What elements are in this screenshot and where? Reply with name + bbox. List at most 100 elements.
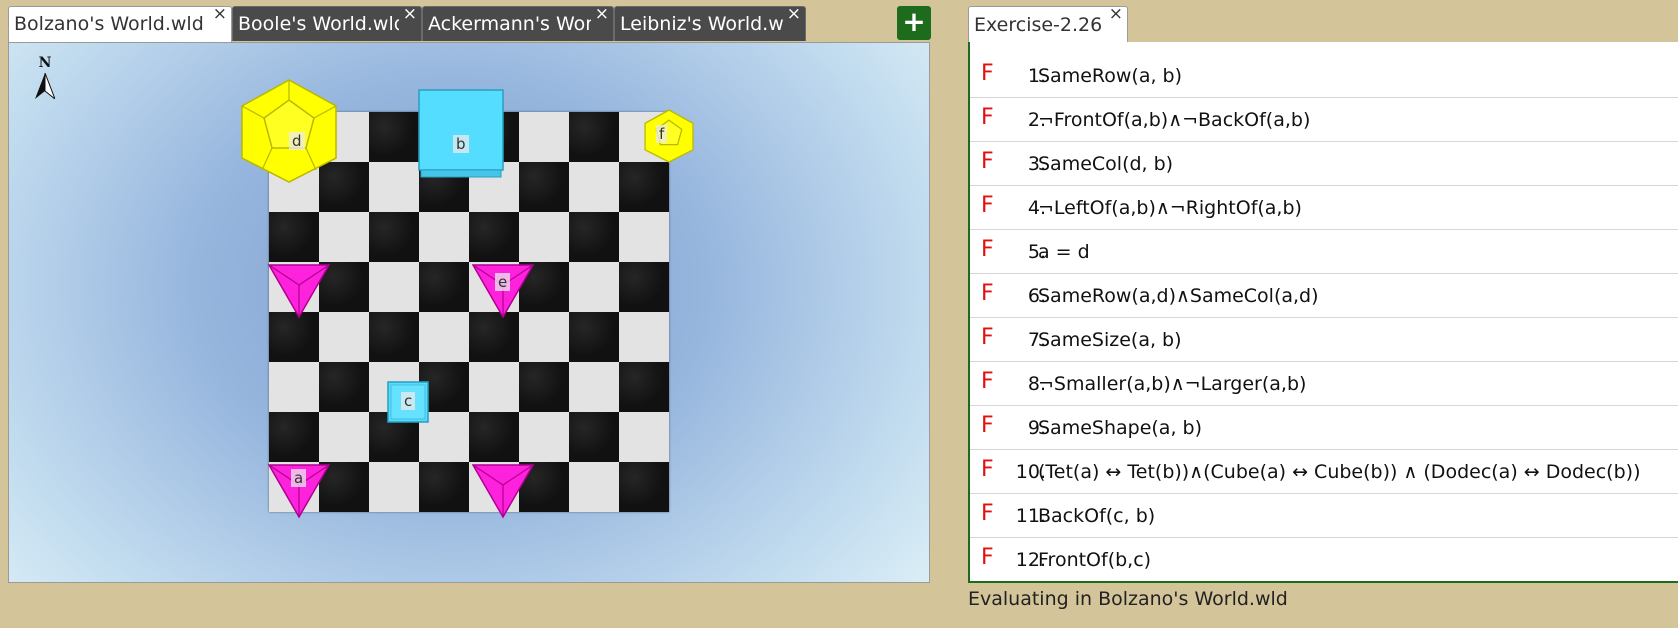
block-b[interactable]: b <box>418 89 504 179</box>
sentence-formula[interactable]: SameSize(a, b) <box>1038 329 1182 351</box>
board-square[interactable] <box>569 212 619 262</box>
block-d[interactable]: d <box>236 78 342 184</box>
board-square[interactable] <box>569 412 619 462</box>
board-square[interactable] <box>269 412 319 462</box>
sentence-row[interactable]: F 4. ¬LeftOf(a,b)∧¬RightOf(a,b) <box>970 186 1678 230</box>
block-e[interactable]: e <box>471 263 535 319</box>
sentence-formula[interactable]: a = d <box>1038 241 1090 263</box>
sentence-formula[interactable]: (Tet(a) ↔ Tet(b))∧(Cube(a) ↔ Cube(b)) ∧ … <box>1038 461 1640 483</box>
block-label: d <box>289 132 305 150</box>
board-square[interactable] <box>519 412 569 462</box>
board-square[interactable] <box>619 412 669 462</box>
sentence-row[interactable]: F 5. a = d <box>970 230 1678 274</box>
board-square[interactable] <box>469 212 519 262</box>
board-square[interactable] <box>269 362 319 412</box>
board-square[interactable] <box>519 362 569 412</box>
world-view[interactable]: N d b f c e a <box>8 42 930 583</box>
board-square[interactable] <box>569 462 619 512</box>
tetrahedron-icon <box>471 464 535 519</box>
truth-value: F <box>981 61 994 86</box>
sentence-row[interactable]: F 3. SameCol(d, b) <box>970 142 1678 186</box>
truth-value: F <box>981 105 994 130</box>
close-icon[interactable]: × <box>213 7 227 28</box>
truth-value: F <box>981 501 994 526</box>
board-square[interactable] <box>369 162 419 212</box>
sentence-formula[interactable]: SameRow(a, b) <box>1038 65 1182 87</box>
board-square[interactable] <box>619 162 669 212</box>
world-tab-ackermann[interactable]: Ackermann's World.wld × <box>422 6 614 41</box>
close-icon[interactable]: × <box>595 7 609 28</box>
board-square[interactable] <box>469 362 519 412</box>
tetrahedron-icon <box>267 264 331 319</box>
board-square[interactable] <box>619 312 669 362</box>
board-square[interactable] <box>369 312 419 362</box>
board-square[interactable] <box>569 262 619 312</box>
board-square[interactable] <box>319 312 369 362</box>
world-tab-bolzano[interactable]: Bolzano's World.wld × <box>8 6 232 43</box>
board-square[interactable] <box>419 312 469 362</box>
close-icon[interactable]: × <box>787 7 801 28</box>
board-square[interactable] <box>519 162 569 212</box>
north-arrow-icon <box>35 73 55 99</box>
board-square[interactable] <box>569 312 619 362</box>
sentence-formula[interactable]: SameRow(a,d)∧SameCol(a,d) <box>1038 285 1319 307</box>
board-square[interactable] <box>269 312 319 362</box>
board-square[interactable] <box>519 312 569 362</box>
close-icon[interactable]: × <box>1109 0 1123 28</box>
board-square[interactable] <box>269 212 319 262</box>
truth-value: F <box>981 413 994 438</box>
board-square[interactable] <box>319 412 369 462</box>
board-square[interactable] <box>419 262 469 312</box>
add-world-button[interactable]: + <box>897 6 931 40</box>
board-square[interactable] <box>519 212 569 262</box>
board-square[interactable] <box>619 212 669 262</box>
board-square[interactable] <box>619 362 669 412</box>
board-square[interactable] <box>319 212 369 262</box>
sentence-tab[interactable]: Exercise-2.26 × <box>968 4 1128 43</box>
sentence-row[interactable]: F 9. SameShape(a, b) <box>970 406 1678 450</box>
truth-value: F <box>981 237 994 262</box>
sentence-row[interactable]: F 12. FrontOf(b,c) <box>970 538 1678 582</box>
sentence-formula[interactable]: ¬LeftOf(a,b)∧¬RightOf(a,b) <box>1038 197 1302 219</box>
sentence-row[interactable]: F 6. SameRow(a,d)∧SameCol(a,d) <box>970 274 1678 318</box>
truth-value: F <box>981 193 994 218</box>
world-tab-boole[interactable]: Boole's World.wld × <box>232 6 422 41</box>
sentence-formula[interactable]: ¬FrontOf(a,b)∧¬BackOf(a,b) <box>1038 109 1310 131</box>
board-square[interactable] <box>619 262 669 312</box>
sentence-formula[interactable]: SameCol(d, b) <box>1038 153 1173 175</box>
sentence-row[interactable]: F 7. SameSize(a, b) <box>970 318 1678 362</box>
sentence-row[interactable]: F 10. (Tet(a) ↔ Tet(b))∧(Cube(a) ↔ Cube(b)… <box>970 450 1678 494</box>
sentence-row[interactable]: F 2. ¬FrontOf(a,b)∧¬BackOf(a,b) <box>970 98 1678 142</box>
board-square[interactable] <box>569 112 619 162</box>
board-square[interactable] <box>419 212 469 262</box>
board-square[interactable] <box>369 112 419 162</box>
board-square[interactable] <box>569 162 619 212</box>
sentence-row[interactable]: F 1. SameRow(a, b) <box>970 54 1678 98</box>
board-square[interactable] <box>619 462 669 512</box>
sentence-row[interactable]: F 8. ¬Smaller(a,b)∧¬Larger(a,b) <box>970 362 1678 406</box>
sentence-formula[interactable]: FrontOf(b,c) <box>1038 549 1151 571</box>
world-tab-leibniz[interactable]: Leibniz's World.wld × <box>614 6 806 41</box>
block-unnamed-tet[interactable] <box>267 263 331 319</box>
world-tab-label: Ackermann's World.wld <box>428 13 591 35</box>
board-square[interactable] <box>569 362 619 412</box>
dodecahedron-icon <box>241 79 337 183</box>
board-square[interactable] <box>369 212 419 262</box>
board-square[interactable] <box>469 312 519 362</box>
sentence-row[interactable]: F 11. BackOf(c, b) <box>970 494 1678 538</box>
sentence-formula[interactable]: SameShape(a, b) <box>1038 417 1202 439</box>
block-unnamed-tet[interactable] <box>471 463 535 519</box>
board-square[interactable] <box>319 362 369 412</box>
board-square[interactable] <box>419 462 469 512</box>
board-square[interactable] <box>469 412 519 462</box>
sentence-list[interactable]: F 1. SameRow(a, b) F 2. ¬FrontOf(a,b)∧¬BackOf… <box>968 42 1678 583</box>
close-icon[interactable]: × <box>403 7 417 28</box>
board-square[interactable] <box>369 262 419 312</box>
sentence-formula[interactable]: BackOf(c, b) <box>1038 505 1155 527</box>
board-square[interactable] <box>369 462 419 512</box>
sentence-formula[interactable]: ¬Smaller(a,b)∧¬Larger(a,b) <box>1038 373 1306 395</box>
block-a[interactable]: a <box>267 463 331 519</box>
block-f[interactable]: f <box>642 109 696 163</box>
board-square[interactable] <box>519 112 569 162</box>
block-c[interactable]: c <box>387 381 429 423</box>
